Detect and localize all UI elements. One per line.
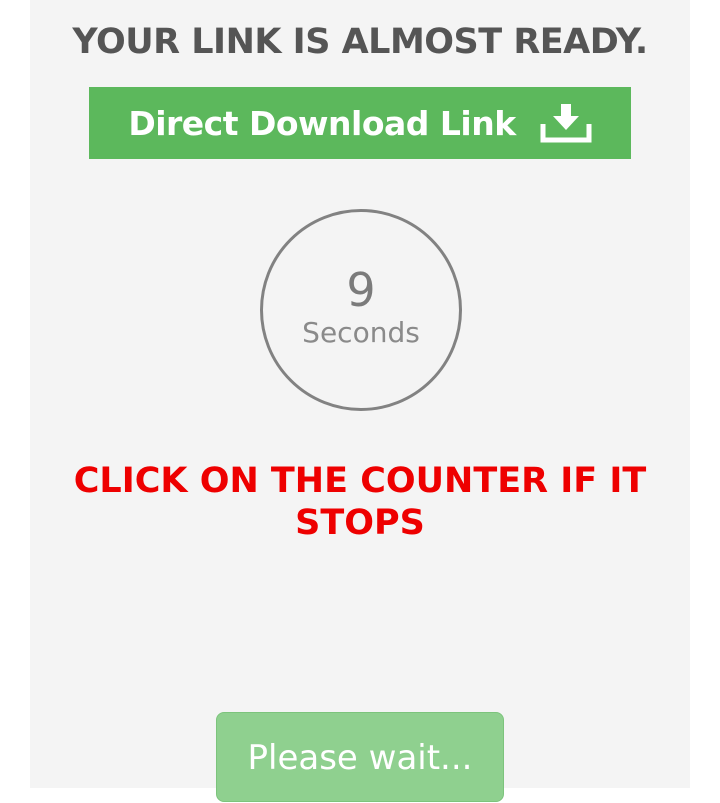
- countdown-counter[interactable]: 9 Seconds: [260, 209, 462, 411]
- page-title: YOUR LINK IS ALMOST READY.: [72, 22, 648, 62]
- direct-download-label: Direct Download Link: [128, 103, 516, 143]
- countdown-unit: Seconds: [302, 316, 420, 349]
- direct-download-link-banner[interactable]: Direct Download Link: [89, 87, 631, 159]
- download-tray-icon: [540, 104, 592, 143]
- click-counter-notice: CLICK ON THE COUNTER IF IT STOPS: [73, 461, 647, 543]
- countdown-value: 9: [346, 263, 376, 317]
- content-panel: YOUR LINK IS ALMOST READY. Direct Downlo…: [30, 0, 690, 802]
- please-wait-button[interactable]: Please wait...: [216, 712, 504, 802]
